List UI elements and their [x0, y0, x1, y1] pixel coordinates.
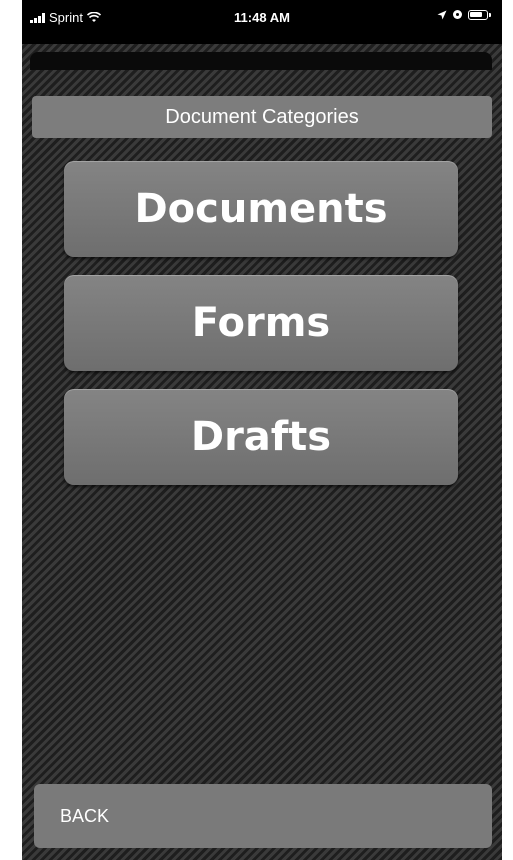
status-bar: Sprint 11:48 AM	[22, 0, 502, 44]
battery-icon	[468, 9, 491, 20]
forms-button-label: Forms	[191, 300, 331, 346]
back-button[interactable]: BACK	[34, 784, 492, 848]
app-content: Document Categories Documents Forms Draf…	[22, 44, 502, 860]
page-title-text: Document Categories	[165, 105, 359, 128]
documents-button[interactable]: Documents	[64, 161, 458, 257]
status-time: 11:48 AM	[234, 10, 290, 25]
drafts-button-label: Drafts	[190, 414, 332, 460]
page-title: Document Categories	[32, 96, 492, 138]
documents-button-label: Documents	[134, 186, 388, 232]
back-button-label: BACK	[60, 805, 110, 826]
drafts-button[interactable]: Drafts	[64, 389, 458, 485]
status-right	[437, 9, 491, 20]
forms-button[interactable]: Forms	[64, 275, 458, 371]
location-icon	[437, 10, 447, 19]
top-strip	[30, 52, 492, 70]
alarm-icon	[453, 10, 462, 19]
phone-screen: Sprint 11:48 AM Document Categories Docu…	[22, 0, 502, 860]
